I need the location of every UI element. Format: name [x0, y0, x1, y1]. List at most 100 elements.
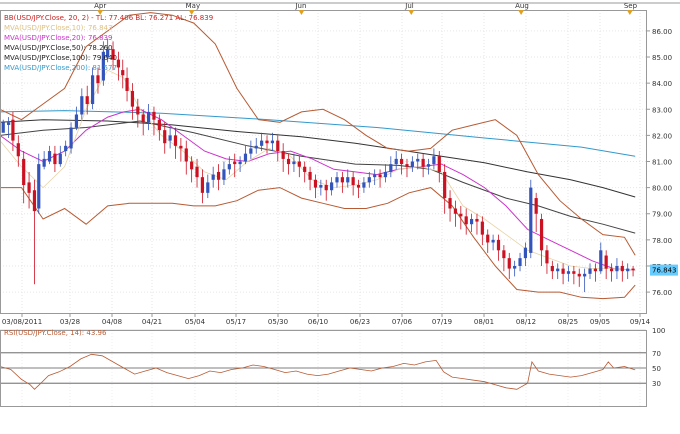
rsi-tick-label: 50 [652, 365, 661, 373]
candle-body [335, 177, 339, 183]
x-tick-label: 07/19 [432, 318, 452, 326]
candle-body [383, 171, 388, 178]
candle-body [216, 171, 221, 180]
month-label-apr: Apr [94, 2, 106, 10]
candle-body [324, 185, 328, 191]
candle-body [85, 96, 89, 105]
candle-body [37, 164, 41, 209]
candle-body [16, 143, 20, 157]
candle-body [121, 70, 125, 76]
y-tick-label: 85.00 [652, 54, 672, 62]
candle-body [190, 161, 194, 170]
candle-body [626, 268, 630, 272]
candle-body [599, 250, 603, 272]
y-tick-label: 84.00 [652, 80, 672, 88]
candle-body [53, 153, 57, 165]
candle-body [437, 156, 441, 172]
candle-body [389, 164, 393, 172]
candle-body [340, 177, 344, 183]
candle-body [130, 90, 135, 107]
candle-body [7, 122, 11, 125]
candle-body [58, 153, 62, 165]
candle-body [367, 177, 371, 183]
candle-body [588, 268, 592, 274]
candle-body [249, 148, 253, 154]
candle-body [486, 234, 490, 243]
candle-body [615, 265, 619, 272]
candle-body [195, 166, 199, 178]
month-label-sep: Sep [624, 2, 638, 10]
legend-entry-ma10: MVA(USD/JPY.Close,10): 76.843 [4, 24, 112, 32]
last-price-tag: 76.843 [650, 264, 678, 276]
y-tick-label: 81.00 [652, 159, 672, 167]
candle-body [480, 221, 484, 235]
price-chart: AprMayJunJulAugSep76.0077.0078.0079.0080… [0, 0, 680, 434]
x-tick-label: 06/23 [350, 318, 370, 326]
candle-body [550, 265, 554, 272]
candle-body [464, 216, 468, 225]
month-label-jun: Jun [294, 2, 306, 10]
candle-body [184, 148, 188, 162]
candle-body [254, 145, 258, 149]
candle-body [270, 140, 274, 144]
candle-body [276, 140, 280, 152]
legend-entry-ma20: MVA(USD/JPY.Close,20): 76.839 [4, 34, 112, 42]
legend-entry-ma50: MVA(USD/JPY.Close,50): 78.260 [4, 44, 112, 52]
candle-body [69, 127, 73, 149]
candle-body [399, 158, 404, 165]
x-tick-label: 05/17 [226, 318, 246, 326]
y-tick-label: 76.00 [652, 289, 672, 297]
x-tick-label: 08/25 [558, 318, 578, 326]
y-tick-label: 83.00 [652, 106, 672, 114]
candle-body [96, 75, 100, 84]
candle-body [426, 164, 431, 167]
candle-body [136, 106, 140, 115]
candle-body [238, 161, 242, 165]
candle-body [141, 114, 145, 123]
y-tick-label: 82.00 [652, 132, 672, 140]
candle-body [80, 96, 84, 115]
candle-body [157, 119, 161, 131]
candle-body [529, 187, 533, 253]
candle-body [378, 174, 382, 178]
candle-body [22, 158, 26, 186]
candle-body [469, 218, 474, 225]
candle-body [233, 161, 237, 165]
candle-body [1, 122, 5, 133]
candle-body [534, 198, 538, 214]
candle-body [394, 158, 398, 165]
candle-body [281, 151, 285, 159]
candle-body [146, 111, 151, 123]
month-label-jul: Jul [404, 2, 414, 10]
rsi-tick-label: 100 [652, 327, 665, 335]
candle-body [593, 268, 597, 272]
candle-body [319, 185, 323, 188]
x-tick-label: 03/08/2011 [2, 318, 42, 326]
candle-body [47, 151, 52, 162]
candle-body [432, 156, 436, 165]
candle-body [572, 271, 576, 274]
candle-body [286, 158, 291, 165]
candle-body [32, 190, 37, 212]
candle-body [583, 273, 587, 277]
candle-body [227, 164, 231, 170]
candle-body [351, 177, 355, 186]
candle-body [523, 247, 528, 259]
candle-body [260, 140, 264, 146]
month-label-aug: Aug [515, 2, 529, 10]
legend-entry-bb: BB(USD/JPY.Close, 20, 2) - TL: 77.406 BL… [4, 14, 213, 22]
candle-body [502, 250, 506, 259]
candle-body [179, 145, 183, 149]
candle-body [125, 77, 129, 91]
x-tick-label: 06/10 [308, 318, 328, 326]
candle-body [539, 218, 544, 251]
y-tick-label: 86.00 [652, 28, 672, 36]
candle-body [64, 145, 68, 152]
candle-body [152, 111, 156, 120]
candle-body [292, 161, 296, 165]
candle-body [330, 182, 334, 191]
candle-body [362, 182, 366, 188]
y-tick-label: 80.00 [652, 185, 672, 193]
candle-body [211, 174, 215, 180]
y-tick-label: 79.00 [652, 211, 672, 219]
